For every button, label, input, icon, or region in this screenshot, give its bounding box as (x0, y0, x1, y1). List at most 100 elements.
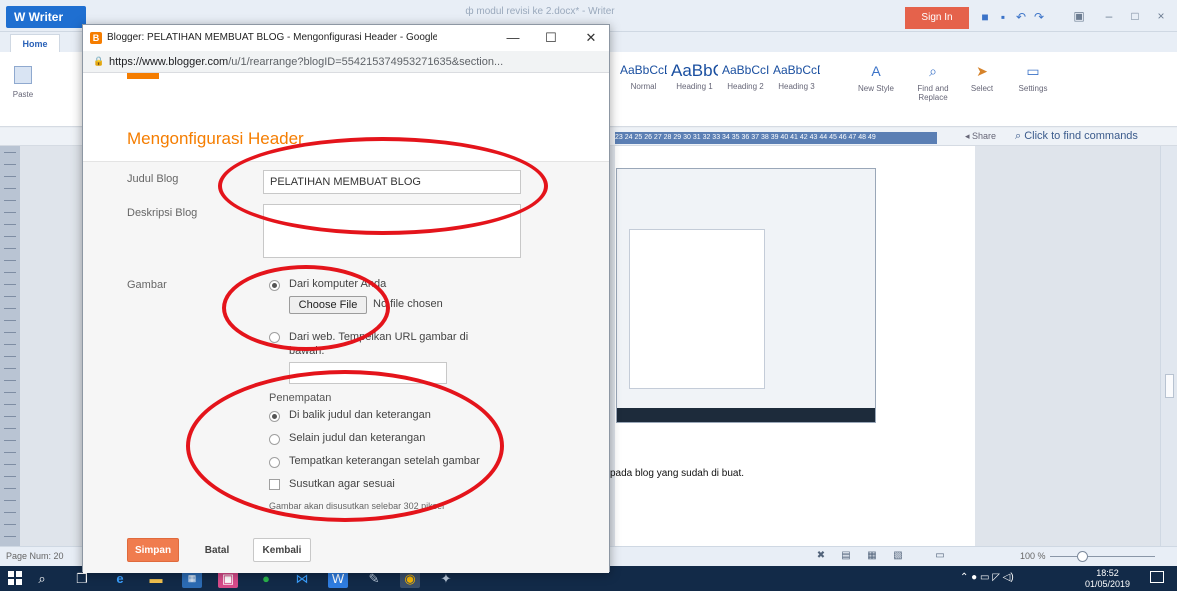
writer-close-button[interactable]: × (1152, 9, 1170, 25)
blogger-logo (127, 73, 159, 79)
clock-time: 18:52 (1096, 568, 1119, 578)
url-text[interactable]: https://www.blogger.com/u/1/rearrange?bl… (109, 56, 599, 68)
placement-beside-radio[interactable] (269, 434, 280, 445)
zoom-slider-knob[interactable] (1076, 551, 1088, 562)
ruler-tick (4, 260, 16, 261)
notifications-icon[interactable] (1150, 571, 1164, 583)
horizontal-ruler: 23 24 25 26 27 28 29 30 31 32 33 34 35 3… (615, 132, 937, 144)
select-button[interactable]: ➤ Select (965, 62, 999, 93)
writer-app-menu[interactable]: W Writer (6, 6, 86, 28)
vertical-ruler (0, 146, 20, 546)
select-label: Select (970, 84, 994, 93)
image-source-web-radio[interactable] (269, 332, 280, 343)
settings-button[interactable]: ▭ Settings (1010, 62, 1056, 93)
ruler-tick (4, 416, 16, 417)
chrome-close-button[interactable]: ✕ (579, 29, 603, 47)
writer-document-title: ф modul revisi ke 2.docx* - Writer (465, 6, 615, 17)
ruler-tick (4, 296, 16, 297)
writer-maximize-button[interactable]: □ (1126, 9, 1144, 25)
windows-start-icon[interactable] (8, 571, 22, 585)
placement-after-label: Tempatkan keterangan setelah gambar (289, 455, 480, 467)
choose-file-button[interactable]: Choose File (289, 296, 367, 314)
lock-icon: 🔒 (93, 56, 105, 66)
scrollbar-thumb[interactable] (1165, 374, 1174, 398)
placement-after-radio[interactable] (269, 457, 280, 468)
zoom-slider[interactable] (1050, 556, 1155, 557)
placement-behind-radio[interactable] (269, 411, 280, 422)
save-icon[interactable]: ■ (978, 11, 992, 23)
style-heading-2[interactable]: AaBbCcI Heading 2 (722, 62, 769, 92)
new-style-label: New Style (857, 84, 894, 93)
image-source-web-label: Dari web. Tempelkan URL gambar di bawah. (289, 331, 469, 357)
ruler-tick (4, 440, 16, 441)
ruler-tick (4, 272, 16, 273)
ruler-tick (4, 356, 16, 357)
shrink-to-fit-checkbox[interactable] (269, 479, 280, 490)
tab-home[interactable]: Home (10, 34, 60, 52)
chrome-popup-window: B Blogger: PELATIHAN MEMBUAT BLOG - Meng… (82, 24, 610, 573)
paste-button[interactable]: Paste (6, 66, 40, 99)
blog-title-label: Judul Blog (127, 173, 179, 185)
shrink-hint-text: Gambar akan disusutkan selebar 302 pikse… (269, 501, 445, 511)
writer-minimize-button[interactable]: – (1100, 9, 1118, 25)
save-button[interactable]: Simpan (127, 538, 179, 562)
system-tray-icons[interactable]: ⌃ ● ▭ ◸ ◁) (960, 572, 1014, 583)
ruler-tick (4, 428, 16, 429)
find-commands-search[interactable]: ⌕ Click to find commands (1015, 130, 1138, 143)
style-heading-1[interactable]: AaBbC Heading 1 (671, 62, 718, 92)
undo-icon[interactable]: ↶ (1014, 11, 1028, 23)
image-source-computer-radio[interactable] (269, 280, 280, 291)
style-preview: AaBbC (671, 62, 718, 79)
file-status-text: No file chosen (373, 298, 443, 310)
document-scrollbar[interactable] (1160, 146, 1177, 546)
ruler-tick (4, 164, 16, 165)
chrome-maximize-button[interactable]: ☐ (539, 29, 563, 47)
system-clock[interactable]: 18:52 01/05/2019 (1085, 568, 1130, 590)
ruler-tick (4, 464, 16, 465)
ruler-tick (4, 332, 16, 333)
ruler-tick (4, 248, 16, 249)
placement-behind-label: Di balik judul dan keterangan (289, 409, 431, 421)
new-style-icon: A (871, 63, 881, 79)
chrome-minimize-button[interactable]: — (501, 29, 525, 47)
ruler-tick (4, 320, 16, 321)
cancel-button[interactable]: Batal (191, 538, 243, 562)
settings-label: Settings (1018, 84, 1048, 93)
find-replace-button[interactable]: ⌕ Find and Replace (912, 62, 954, 102)
search-icon[interactable]: ⌕ (32, 569, 52, 588)
zoom-level[interactable]: 100 % (1020, 551, 1046, 561)
print-layout-icon[interactable]: ▤ (840, 550, 852, 562)
print-icon[interactable]: ▪ (996, 11, 1010, 23)
image-url-input[interactable] (289, 362, 447, 384)
back-button[interactable]: Kembali (253, 538, 311, 562)
ribbon-toggle-icon[interactable]: ▣ (1070, 9, 1088, 25)
style-label: Normal (630, 82, 657, 91)
ruler-tick (4, 380, 16, 381)
blog-description-textarea[interactable] (263, 204, 521, 258)
blog-description-label: Deskripsi Blog (127, 207, 198, 219)
view-mode-icon[interactable]: ✖ (815, 550, 827, 562)
ruler-tick (4, 188, 16, 189)
style-label: Heading 2 (727, 82, 764, 91)
chrome-titlebar: B Blogger: PELATIHAN MEMBUAT BLOG - Meng… (83, 25, 609, 51)
share-button[interactable]: ◂ Share (965, 131, 996, 142)
address-bar[interactable]: 🔒 https://www.blogger.com/u/1/rearrange?… (83, 51, 609, 73)
ruler-tick (4, 284, 16, 285)
ruler-tick (4, 500, 16, 501)
style-label: Heading 1 (676, 82, 713, 91)
find-commands-label: Click to find commands (1024, 130, 1138, 142)
share-label: Share (972, 131, 997, 141)
style-heading-3[interactable]: AaBbCcD Heading 3 (773, 62, 820, 92)
sign-in-button[interactable]: Sign In (905, 7, 969, 29)
clock-date: 01/05/2019 (1085, 579, 1131, 589)
document-body-text: si pada blog yang sudah di buat. (600, 468, 744, 479)
url-path: /u/1/rearrange?blogID=554215374953271635… (228, 56, 504, 68)
new-style-button[interactable]: A New Style (850, 62, 902, 93)
fit-page-icon[interactable]: ▭ (934, 550, 946, 562)
ruler-tick (4, 176, 16, 177)
redo-icon[interactable]: ↷ (1032, 11, 1046, 23)
blog-title-input[interactable] (263, 170, 521, 194)
outline-view-icon[interactable]: ▧ (892, 550, 904, 562)
style-normal[interactable]: AaBbCcDd Normal (620, 62, 667, 92)
web-layout-icon[interactable]: ▦ (866, 550, 878, 562)
